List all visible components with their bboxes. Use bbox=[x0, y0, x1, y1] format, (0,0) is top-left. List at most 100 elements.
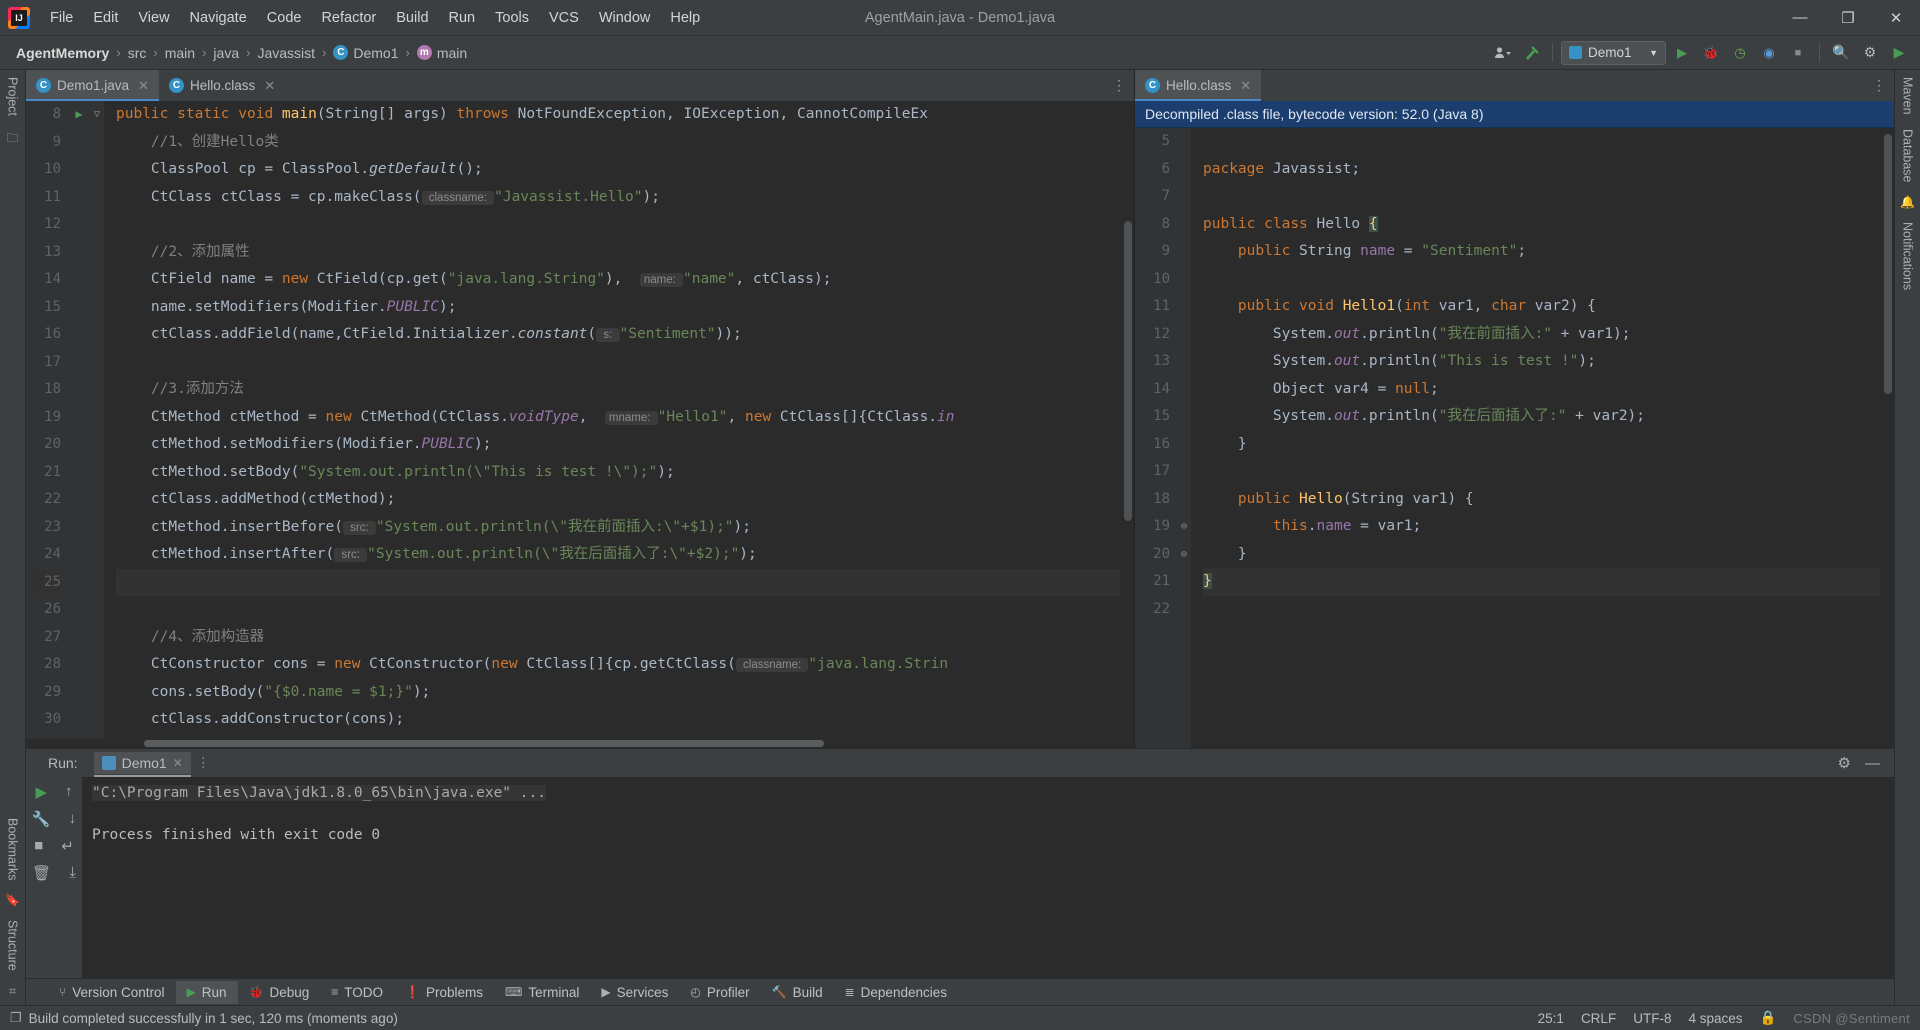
breadcrumb-java[interactable]: java bbox=[209, 43, 243, 63]
menu-help[interactable]: Help bbox=[660, 6, 710, 30]
menu-window[interactable]: Window bbox=[589, 6, 661, 30]
wrench-icon[interactable]: 🔧 bbox=[32, 810, 51, 828]
tool-version-control[interactable]: ⑂ Version Control bbox=[48, 981, 176, 1004]
breadcrumb-demo1[interactable]: C Demo1 bbox=[329, 43, 402, 63]
editor-tab-options-icon[interactable]: ⋮ bbox=[1864, 70, 1894, 101]
run-panel-body: ▶ ↑ 🔧 ↓ ■ ↵ 🗑 ⤓ "C:\Program Files\Java\j… bbox=[26, 777, 1894, 978]
menu-file[interactable]: File bbox=[40, 6, 83, 30]
right-code-text[interactable]: package Javassist; public class Hello { … bbox=[1191, 128, 1880, 748]
tool-debug[interactable]: 🐞 Debug bbox=[238, 981, 321, 1004]
bookmark-icon[interactable]: 🔖 bbox=[5, 887, 20, 913]
file-encoding[interactable]: UTF-8 bbox=[1633, 1011, 1671, 1026]
updates-button[interactable]: ▶ bbox=[1886, 41, 1912, 65]
run-method-gutter-icon[interactable]: ▶ bbox=[75, 107, 82, 121]
run-button[interactable]: ▶ bbox=[1669, 41, 1695, 65]
menu-edit[interactable]: Edit bbox=[83, 6, 128, 30]
menu-run[interactable]: Run bbox=[439, 6, 486, 30]
menu-vcs[interactable]: VCS bbox=[539, 6, 589, 30]
gutter-markers[interactable]: ▶ bbox=[68, 101, 90, 739]
search-everywhere-button[interactable]: 🔍 bbox=[1828, 41, 1854, 65]
account-icon[interactable] bbox=[1489, 41, 1515, 65]
scroll-down-icon[interactable]: ↓ bbox=[69, 810, 77, 828]
left-horizontal-scrollbar[interactable] bbox=[26, 739, 1134, 748]
status-right-area: 25:1 CRLF UTF-8 4 spaces 🔒 CSDN @Sentime… bbox=[1538, 1010, 1910, 1026]
left-editor-scrollbar[interactable] bbox=[1120, 101, 1134, 739]
menu-build[interactable]: Build bbox=[386, 6, 438, 30]
build-hammer-icon[interactable] bbox=[1518, 41, 1544, 65]
lock-icon[interactable]: 🔒 bbox=[1760, 1010, 1777, 1026]
hscrollbar-thumb[interactable] bbox=[144, 740, 824, 747]
run-console-output[interactable]: "C:\Program Files\Java\jdk1.8.0_65\bin\j… bbox=[82, 777, 1894, 978]
structure-icon[interactable]: ⌗ bbox=[9, 978, 16, 1005]
menu-view[interactable]: View bbox=[128, 6, 179, 30]
breadcrumb-main[interactable]: main bbox=[161, 43, 199, 63]
tab-demo1-java[interactable]: C Demo1.java ✕ bbox=[26, 70, 159, 101]
fold-marker-icon[interactable]: ⊖ bbox=[1177, 541, 1191, 569]
tool-terminal[interactable]: ⌨ Terminal bbox=[494, 981, 590, 1004]
run-coverage-button[interactable]: ◷ bbox=[1727, 41, 1753, 65]
maximize-button[interactable]: ❐ bbox=[1824, 0, 1872, 36]
right-code-area[interactable]: 567 8 9 10 11 12 13 14 15 16 17 18 19 20 21 22 bbox=[1135, 128, 1894, 748]
scroll-to-end-icon[interactable]: ⤓ bbox=[69, 864, 76, 882]
indent-setting[interactable]: 4 spaces bbox=[1688, 1011, 1742, 1026]
right-editor-tabbar: C Hello.class ✕ ⋮ bbox=[1135, 70, 1894, 101]
breadcrumb-project[interactable]: AgentMemory bbox=[12, 43, 113, 63]
menu-tools[interactable]: Tools bbox=[485, 6, 539, 30]
tab-close-icon[interactable]: ✕ bbox=[1240, 78, 1251, 94]
code-folding-column[interactable]: ▽ bbox=[90, 101, 104, 739]
rerun-icon[interactable]: ▶ bbox=[35, 783, 47, 801]
sidebar-item-notifications[interactable]: Notifications bbox=[1899, 215, 1917, 297]
run-settings-gear-icon[interactable]: ⚙ bbox=[1838, 754, 1851, 772]
caret-position[interactable]: 25:1 bbox=[1538, 1011, 1564, 1026]
menu-code[interactable]: Code bbox=[257, 6, 312, 30]
sidebar-item-bookmarks[interactable]: Bookmarks bbox=[4, 811, 22, 888]
tool-services[interactable]: ▶ Services bbox=[590, 981, 679, 1004]
left-code-text[interactable]: public static void main(String[] args) t… bbox=[104, 101, 1120, 739]
fold-marker-icon[interactable]: ⊖ bbox=[1177, 513, 1191, 541]
tool-problems[interactable]: ❗ Problems bbox=[394, 981, 494, 1004]
code-folding-column[interactable]: ⊖ ⊖ bbox=[1177, 128, 1191, 748]
tool-dependencies[interactable]: ≣ Dependencies bbox=[834, 981, 958, 1004]
debug-button[interactable]: 🐞 bbox=[1698, 41, 1724, 65]
line-separator[interactable]: CRLF bbox=[1581, 1011, 1616, 1026]
scrollbar-thumb[interactable] bbox=[1124, 221, 1132, 521]
tab-hello-class-decompiled[interactable]: C Hello.class ✕ bbox=[1135, 70, 1262, 101]
sidebar-item-structure[interactable]: Structure bbox=[4, 913, 22, 978]
run-minimize-icon[interactable]: — bbox=[1865, 755, 1880, 772]
tool-run[interactable]: ▶ Run bbox=[175, 980, 238, 1004]
sidebar-item-project[interactable]: Project bbox=[4, 70, 22, 123]
breadcrumb-javassist[interactable]: Javassist bbox=[253, 43, 319, 63]
menu-navigate[interactable]: Navigate bbox=[180, 6, 257, 30]
tool-profiler[interactable]: ◴ Profiler bbox=[679, 981, 760, 1004]
trash-icon[interactable]: 🗑 bbox=[32, 864, 51, 882]
fold-marker-icon[interactable]: ▽ bbox=[90, 101, 104, 129]
run-tab-demo1[interactable]: Demo1 ✕ bbox=[93, 752, 191, 777]
scrollbar-thumb[interactable] bbox=[1884, 134, 1892, 394]
tool-build[interactable]: 🔨 Build bbox=[761, 981, 834, 1004]
run-tab-options-icon[interactable]: ⋮ bbox=[197, 755, 210, 771]
soft-wrap-icon[interactable]: ↵ bbox=[61, 837, 74, 855]
stop-icon[interactable]: ■ bbox=[34, 837, 43, 855]
editor-tab-options-icon[interactable]: ⋮ bbox=[1104, 70, 1134, 101]
stop-button[interactable]: ■ bbox=[1785, 41, 1811, 65]
right-editor-scrollbar[interactable] bbox=[1880, 128, 1894, 748]
tab-hello-class[interactable]: C Hello.class ✕ bbox=[158, 70, 286, 101]
menu-refactor[interactable]: Refactor bbox=[311, 6, 386, 30]
breadcrumb-main-method[interactable]: m main bbox=[413, 43, 471, 63]
run-tab-close-icon[interactable]: ✕ bbox=[173, 756, 183, 770]
sidebar-item-database[interactable]: Database bbox=[1899, 122, 1917, 190]
breadcrumb-src[interactable]: src bbox=[124, 43, 151, 63]
run-configuration-selector[interactable]: Demo1 ▼ bbox=[1561, 40, 1666, 65]
tab-close-icon[interactable]: ✕ bbox=[138, 78, 149, 94]
sidebar-item-maven[interactable]: Maven bbox=[1899, 70, 1917, 122]
folder-icon[interactable]: 🗀 bbox=[6, 123, 18, 156]
settings-button[interactable]: ⚙ bbox=[1857, 41, 1883, 65]
tab-close-icon[interactable]: ✕ bbox=[264, 78, 275, 94]
notifications-bell-icon[interactable]: 🔔 bbox=[1900, 189, 1915, 215]
profile-button[interactable]: ◉ bbox=[1756, 41, 1782, 65]
close-button[interactable]: ✕ bbox=[1872, 0, 1920, 36]
scroll-up-icon[interactable]: ↑ bbox=[65, 783, 73, 801]
left-code-area[interactable]: 8 9 10 11 12 13 14 15 16 17 18 19 20 21 22 23 24 25 … bbox=[26, 101, 1134, 739]
tool-todo[interactable]: ≡ TODO bbox=[320, 981, 394, 1004]
minimize-button[interactable]: — bbox=[1776, 0, 1824, 36]
